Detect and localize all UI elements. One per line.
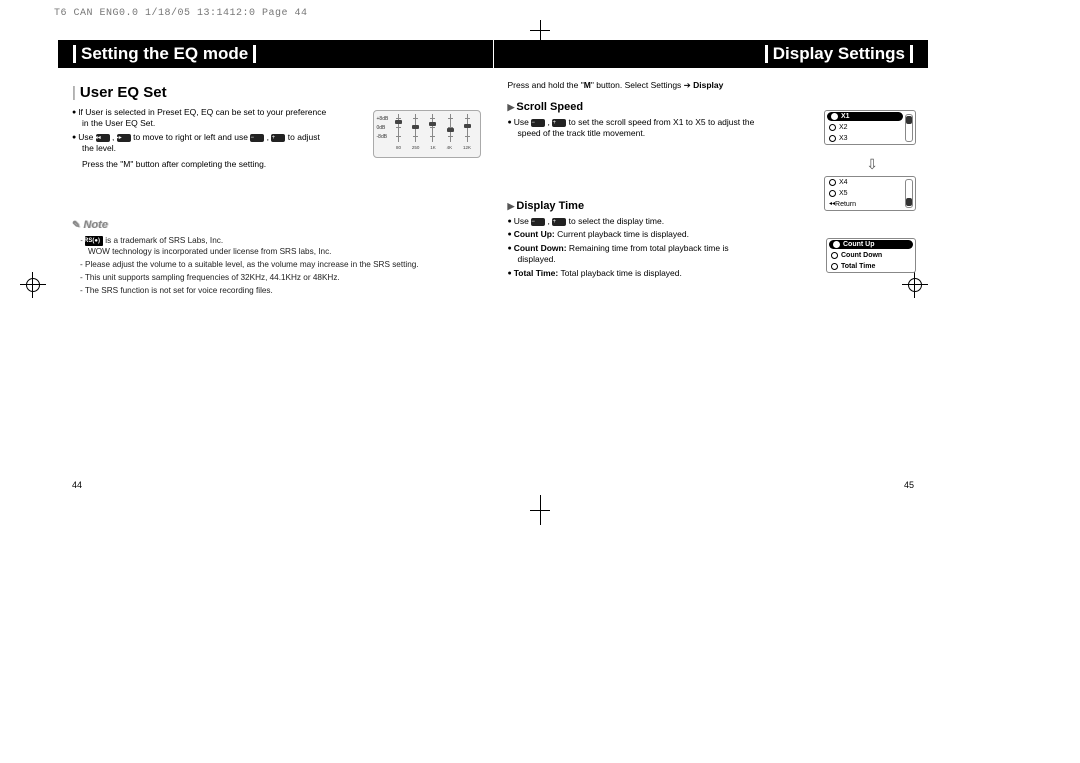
eq-graphic: +8dB 0dB -8dB 80 250 1K 4K 12K xyxy=(373,110,481,158)
bullet-item: If User is selected in Preset EQ, EQ can… xyxy=(72,107,332,130)
page-number-left: 44 xyxy=(72,480,82,490)
bullet-item: Total Time: Total playback time is displ… xyxy=(508,268,768,279)
bullet-item: Use − , + to set the scroll speed from X… xyxy=(508,117,758,140)
bullet-item: Count Up: Current playback time is displ… xyxy=(508,229,768,240)
lcd-item: X3 xyxy=(825,133,905,144)
note-item: This unit supports sampling frequencies … xyxy=(80,272,479,283)
lcd-item: X4 xyxy=(825,177,905,188)
display-time-bullets: Use − , + to select the display time. Co… xyxy=(508,216,768,279)
title-bar-left: Setting the EQ mode xyxy=(58,40,493,68)
page-left: Setting the EQ mode |User EQ Set If User… xyxy=(58,40,494,490)
page-right: Display Settings Press and hold the "M" … xyxy=(494,40,929,490)
lcd-item-selected: X1 xyxy=(827,112,903,121)
lcd-item-selected: Count Up xyxy=(829,240,913,249)
note-heading: ✎Note xyxy=(72,219,479,231)
title-left-text: Setting the EQ mode xyxy=(81,44,248,64)
bullet-item: Count Down: Remaining time from total pl… xyxy=(508,243,768,266)
note-item: SRS(●) is a trademark of SRS Labs, Inc.W… xyxy=(80,235,479,257)
bullet-item: Use ◂◂ , ▸▸ to move to right or left and… xyxy=(72,132,332,155)
section-user-eq: |User EQ Set xyxy=(72,84,479,101)
lcd-display-time: Count Up Count Down Total Time xyxy=(826,238,916,273)
bullet-item: Use − , + to select the display time. xyxy=(508,216,768,227)
note-item: Please adjust the volume to a suitable l… xyxy=(80,259,479,270)
after-bullets-text: Press the "M" button after completing th… xyxy=(72,159,332,169)
title-bar-right: Display Settings xyxy=(494,40,929,68)
print-slug: T6 CAN ENG0.0 1/18/05 13:1412:0 Page 44 xyxy=(54,8,308,19)
lcd-scroll-bottom: X4 X5 ◂ Return xyxy=(824,176,916,211)
lcd-item: X2 xyxy=(825,122,905,133)
arrow-down-icon: ⇩ xyxy=(866,156,878,173)
lcd-item: X5 xyxy=(825,188,905,199)
lcd-item: Total Time xyxy=(827,261,915,272)
user-eq-bullets: If User is selected in Preset EQ, EQ can… xyxy=(72,107,332,155)
title-right-text: Display Settings xyxy=(773,44,905,64)
breadcrumb-instruction: Press and hold the "M" button. Select Se… xyxy=(508,80,915,91)
registration-mark-left xyxy=(24,276,42,294)
note-item: The SRS function is not set for voice re… xyxy=(80,285,479,296)
lcd-item-return: ◂ Return xyxy=(825,199,905,210)
note-list: SRS(●) is a trademark of SRS Labs, Inc.W… xyxy=(72,235,479,296)
page-number-right: 45 xyxy=(904,480,914,490)
scroll-speed-bullets: Use − , + to set the scroll speed from X… xyxy=(508,117,758,140)
lcd-scroll-top: X1 X2 X3 xyxy=(824,110,916,145)
lcd-item: Count Down xyxy=(827,250,915,261)
